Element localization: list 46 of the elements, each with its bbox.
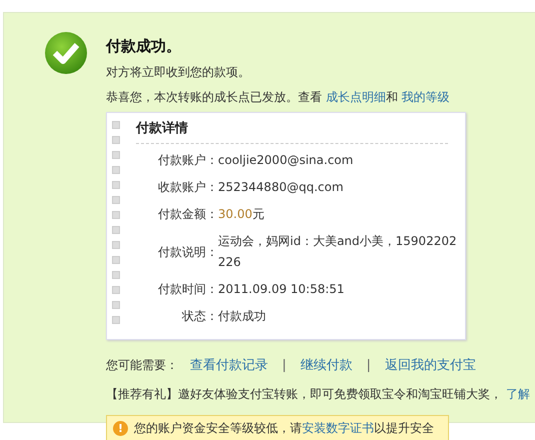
separator: | bbox=[366, 358, 371, 372]
warning-icon: ! bbox=[113, 421, 128, 436]
field-value: 252344880@qq.com bbox=[218, 179, 344, 196]
message-text: 对方将立即收到您的款项。 bbox=[106, 64, 251, 81]
bullet-icon bbox=[112, 316, 120, 324]
field-label: 状态： bbox=[181, 308, 218, 325]
bullet-icon bbox=[112, 181, 120, 189]
success-title: 付款成功。 bbox=[106, 37, 182, 56]
separator: | bbox=[282, 358, 286, 372]
details-title: 付款详情 bbox=[136, 119, 448, 144]
bullet-icon bbox=[112, 121, 120, 129]
field-label: 付款说明： bbox=[157, 244, 218, 260]
bullet-icon bbox=[112, 286, 120, 294]
warning-text: 您的账户资金安全等级较低，请 bbox=[134, 421, 302, 435]
field-label: 付款账户： bbox=[157, 152, 218, 169]
warning-tail-text: 以提升安全 bbox=[374, 421, 434, 435]
field-label: 付款时间： bbox=[157, 281, 218, 298]
bullet-icon bbox=[112, 211, 120, 219]
joiner-text: 和 bbox=[386, 90, 399, 104]
growth-text: 恭喜您，本次转账的成长点已发放。查看 bbox=[106, 90, 323, 104]
field-value: cooljie2000@sina.com bbox=[218, 152, 354, 169]
field-value: 运动会，妈网id：大美and小美，15902202226 bbox=[218, 233, 458, 271]
field-value: 2011.09.09 10:58:51 bbox=[218, 281, 346, 298]
bullet-icon bbox=[112, 301, 120, 309]
my-level-link[interactable]: 我的等级 bbox=[402, 90, 450, 104]
bullet-icon bbox=[112, 166, 120, 174]
bullet-icon bbox=[112, 241, 120, 249]
bullet-icon bbox=[112, 271, 120, 279]
growth-detail-link[interactable]: 成长点明细 bbox=[326, 90, 386, 104]
field-label: 收款账户： bbox=[157, 179, 218, 196]
action-link[interactable]: 查看付款记录 bbox=[190, 356, 268, 374]
field-value: 30.00元 bbox=[218, 206, 264, 223]
check-icon bbox=[44, 31, 88, 75]
field-value: 付款成功 bbox=[218, 308, 267, 325]
bullet-icon bbox=[112, 136, 120, 144]
action-link[interactable]: 返回我的支付宝 bbox=[384, 356, 476, 374]
bullet-icon bbox=[112, 151, 120, 159]
install-cert-link[interactable]: 安装数字证书 bbox=[302, 421, 374, 435]
actions-label: 您可能需要： bbox=[106, 356, 178, 374]
bullet-icon bbox=[112, 196, 120, 204]
promo-text: 【推荐有礼】邀好友体验支付宝转账，即可免费领取宝令和淘宝旺铺大奖， bbox=[106, 387, 503, 401]
bullet-icon bbox=[112, 226, 120, 234]
learn-more-link[interactable]: 了解 bbox=[506, 387, 530, 401]
bullet-icon bbox=[112, 256, 120, 264]
action-link[interactable]: 继续付款 bbox=[300, 356, 352, 374]
field-label: 付款金额： bbox=[157, 206, 218, 223]
